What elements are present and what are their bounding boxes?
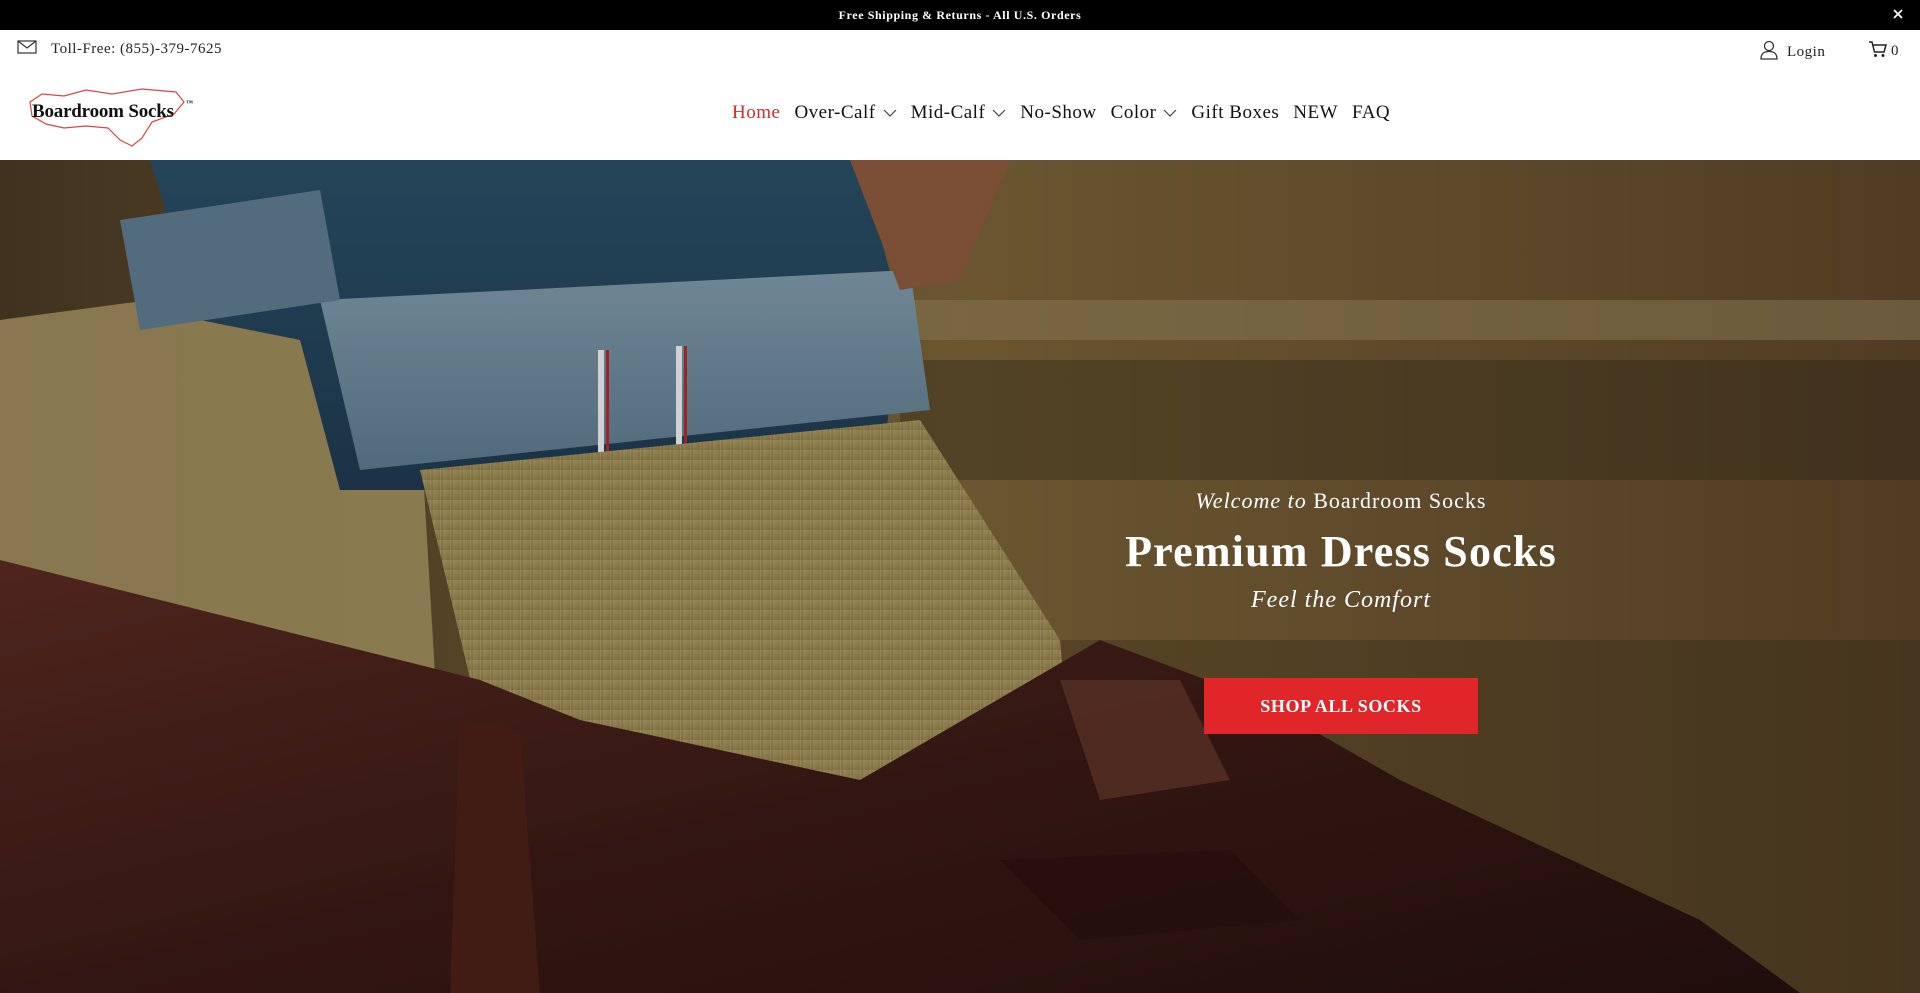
chevron-down-icon	[883, 109, 897, 117]
announcement-text: Free Shipping & Returns - All U.S. Order…	[838, 7, 1082, 22]
nav-label: Gift Boxes	[1191, 102, 1280, 123]
nav-label: FAQ	[1352, 102, 1391, 123]
welcome-brand: Boardroom Socks	[1313, 488, 1487, 513]
announcement-bar: Free Shipping & Returns - All U.S. Order…	[0, 0, 1920, 30]
chevron-down-icon	[992, 109, 1006, 117]
nav-item-no-show[interactable]: No-Show	[1020, 102, 1096, 124]
nav-label: No-Show	[1020, 102, 1097, 123]
phone-text: Toll-Free: (855)-379-7625	[51, 41, 222, 57]
nav-label: Over-Calf	[794, 102, 876, 123]
hero-headline: Premium Dress Socks	[1125, 527, 1557, 576]
nav-label: Color	[1110, 102, 1157, 123]
envelope-icon	[17, 40, 37, 59]
user-icon	[1760, 40, 1778, 65]
cart-count: 0	[1891, 43, 1899, 59]
chevron-down-icon	[1163, 109, 1177, 117]
hero-subheadline: Feel the Comfort	[1251, 587, 1431, 613]
shop-all-socks-button[interactable]: SHOP ALL SOCKS	[1204, 678, 1478, 734]
logo-text: Boardroom Socks	[32, 101, 174, 122]
site-header: Boardroom Socks ™ Home Over-Calf Mid-Cal…	[0, 70, 1920, 160]
logo-trademark: ™	[186, 99, 193, 107]
login-label: Login	[1787, 44, 1826, 60]
nav-item-home[interactable]: Home	[732, 102, 780, 124]
main-nav: Home Over-Calf Mid-Calf No-Show Color Gi…	[732, 102, 1404, 124]
nav-label: NEW	[1293, 102, 1339, 123]
toll-free-phone[interactable]: Toll-Free: (855)-379-7625	[17, 40, 222, 59]
nav-item-over-calf[interactable]: Over-Calf	[794, 102, 897, 124]
nav-label: Mid-Calf	[910, 102, 986, 123]
nav-item-faq[interactable]: FAQ	[1352, 102, 1390, 124]
nav-item-color[interactable]: Color	[1111, 102, 1178, 124]
hero-welcome: Welcome to Boardroom Socks	[1090, 488, 1592, 514]
nav-item-gift-boxes[interactable]: Gift Boxes	[1191, 102, 1279, 124]
login-link[interactable]: Login	[1760, 40, 1825, 65]
cart-icon	[1868, 40, 1887, 63]
logo[interactable]: Boardroom Socks ™	[24, 80, 200, 150]
welcome-italic: Welcome to	[1195, 488, 1307, 513]
utility-bar: Toll-Free: (855)-379-7625 Login 0	[0, 30, 1920, 70]
hero-text-block: Welcome to Boardroom Socks Premium Dress…	[1090, 488, 1592, 614]
nav-label: Home	[732, 102, 781, 123]
close-icon[interactable]	[1890, 6, 1906, 22]
hero-image	[0, 160, 1920, 993]
nav-item-mid-calf[interactable]: Mid-Calf	[911, 102, 1007, 124]
cart-link[interactable]: 0	[1868, 40, 1899, 63]
hero-banner: Welcome to Boardroom Socks Premium Dress…	[0, 160, 1920, 993]
nav-item-new[interactable]: NEW	[1293, 102, 1338, 124]
